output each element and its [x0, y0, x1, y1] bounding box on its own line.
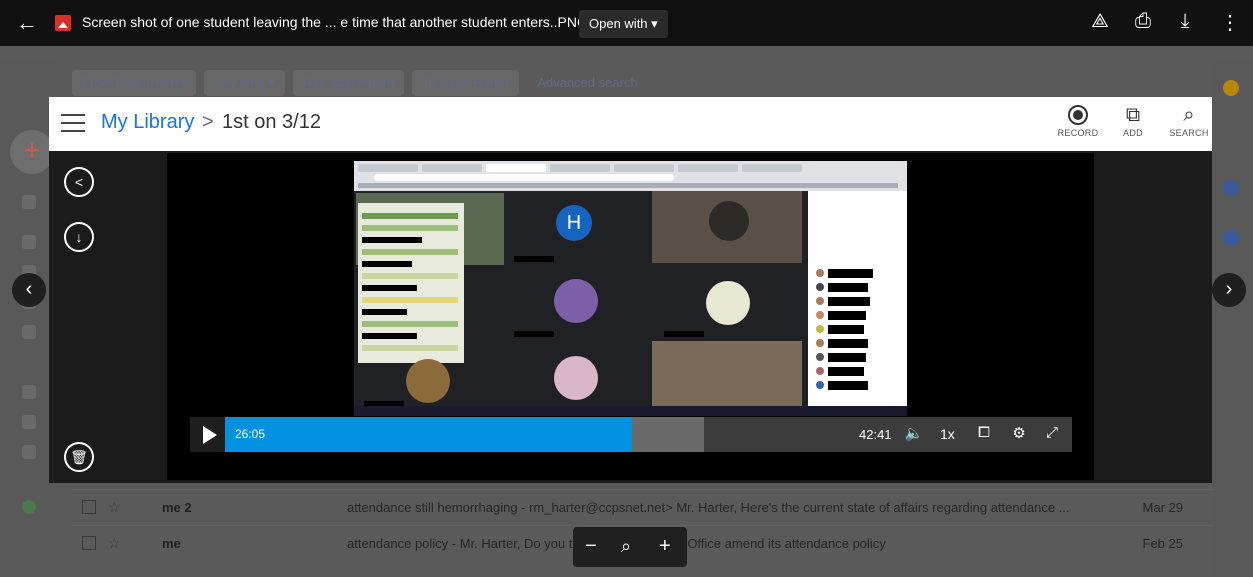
progress-buffered[interactable]	[632, 417, 704, 452]
avatar	[22, 500, 36, 514]
gmail-left-rail: +	[0, 60, 56, 577]
star-icon: ☆	[108, 499, 121, 515]
breadcrumb-separator: >	[202, 111, 214, 133]
add-button[interactable]: ⧉ ADD	[1108, 102, 1158, 138]
starred-icon	[22, 235, 36, 249]
tasks-icon	[1223, 180, 1239, 196]
cast-icon[interactable]: ⧠	[973, 424, 995, 441]
calendar-icon	[1223, 80, 1239, 96]
compose-plus-icon: +	[10, 130, 54, 174]
search-chips: From Ryan Harter Any time ▾ Has attachme…	[72, 70, 648, 96]
mail-date: Feb 25	[1142, 536, 1183, 551]
browser-chrome	[354, 161, 907, 191]
fullscreen-icon[interactable]: ⤢	[1041, 424, 1063, 441]
add-to-drive-icon[interactable]: ⟁	[1088, 10, 1112, 33]
row-checkbox	[82, 536, 96, 550]
add-label: ADD	[1123, 128, 1143, 138]
mail-row: ☆ me 2 attendance still hemorrhaging - r…	[72, 489, 1213, 525]
record-icon	[1068, 105, 1088, 125]
image-file-icon	[55, 15, 71, 31]
record-label: RECORD	[1057, 128, 1099, 138]
windows-taskbar	[354, 406, 907, 416]
shared-spreadsheet	[358, 203, 464, 363]
row-checkbox	[82, 500, 96, 514]
player-controls: 26:05 42:41 🔈 1x ⧠ ⚙ ⤢	[190, 417, 1072, 452]
open-with-button[interactable]: Open with ▾	[579, 10, 668, 38]
back-arrow-icon[interactable]: ←	[16, 10, 38, 36]
zoom-controls: − ⌕ +	[573, 527, 687, 567]
contacts-icon	[1223, 230, 1239, 246]
search-icon: ⌕	[1183, 104, 1195, 126]
mail-date: Mar 29	[1142, 500, 1183, 515]
label-icon	[22, 325, 36, 339]
video-viewer: My Library > 1st on 3/12 RECORD ⧉ ADD ⌕ …	[49, 97, 1212, 483]
zoom-magnifier-icon: ⌕	[621, 536, 632, 556]
print-icon[interactable]: ⎙	[1131, 10, 1155, 33]
share-icon[interactable]: <	[64, 167, 94, 197]
chip-time: Any time ▾	[204, 70, 285, 96]
download-circle-icon[interactable]: ↓	[64, 222, 94, 252]
advanced-search-link: Advanced search	[537, 75, 638, 90]
previous-arrow-icon[interactable]: ‹	[12, 273, 46, 307]
meet-icon	[22, 385, 36, 399]
progress-played[interactable]	[225, 417, 632, 452]
search-label: SEARCH	[1169, 128, 1209, 138]
duration: 42:41	[859, 427, 892, 442]
mail-sender: me 2	[162, 500, 192, 515]
breadcrumb-current: 1st on 3/12	[222, 111, 321, 133]
volume-icon[interactable]: 🔈	[903, 424, 925, 442]
breadcrumb-my-library[interactable]: My Library	[101, 111, 194, 134]
more-vert-icon[interactable]: ⋮	[1220, 10, 1240, 35]
participant-avatar-h: H	[556, 205, 592, 241]
inbox-icon	[22, 195, 36, 209]
add-video-icon: ⧉	[1125, 104, 1141, 126]
speed-button[interactable]: 1x	[940, 426, 955, 442]
library-header: My Library > 1st on 3/12 RECORD ⧉ ADD ⌕ …	[49, 97, 1212, 151]
delete-icon[interactable]: 🗑	[64, 442, 94, 472]
video-content-meet: H	[354, 161, 907, 416]
search-button[interactable]: ⌕ SEARCH	[1164, 102, 1214, 138]
menu-icon[interactable]	[61, 114, 85, 132]
current-time: 26:05	[235, 427, 266, 441]
zoom-in-button[interactable]: +	[659, 535, 671, 558]
zoom-out-button[interactable]: −	[585, 535, 597, 558]
people-panel	[808, 191, 907, 416]
star-icon: ☆	[108, 535, 121, 551]
download-icon[interactable]: ⤓	[1173, 10, 1197, 33]
play-icon[interactable]	[190, 417, 225, 452]
gmail-right-rail	[1213, 60, 1253, 577]
chip-attachment: Has attachment	[292, 70, 404, 96]
preview-topbar: ← Screen shot of one student leaving the…	[0, 0, 1253, 46]
chip-from: From Ryan Harter	[72, 70, 197, 96]
next-arrow-icon[interactable]: ›	[1212, 273, 1246, 307]
file-title: Screen shot of one student leaving the .…	[82, 14, 588, 30]
chip-to: To Ryan Harter	[411, 70, 520, 96]
mail-snippet: attendance still hemorrhaging - rm_harte…	[347, 500, 1070, 515]
record-button[interactable]: RECORD	[1053, 102, 1103, 138]
keyboard-icon	[22, 445, 36, 459]
mail-sender: me	[162, 536, 181, 551]
settings-gear-icon[interactable]: ⚙	[1008, 424, 1030, 442]
video-icon	[22, 415, 36, 429]
